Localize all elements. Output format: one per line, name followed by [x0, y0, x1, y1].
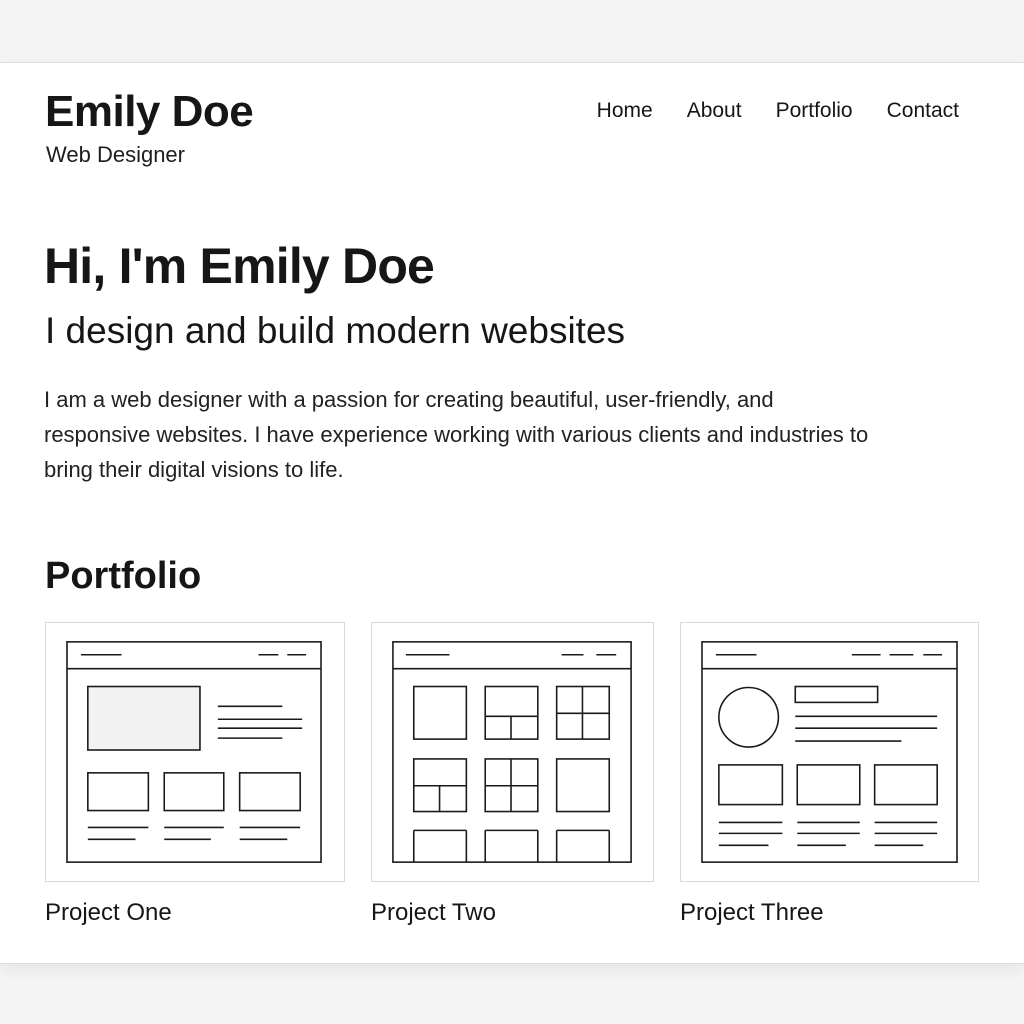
nav-link-home[interactable]: Home [597, 99, 653, 122]
project-two-title[interactable]: Project Two [371, 898, 496, 928]
hero-subtitle: I design and build modern websites [45, 310, 626, 351]
project-three-thumbnail [701, 641, 958, 863]
project-card-three[interactable] [680, 622, 979, 882]
nav-item-contact: Contact [887, 98, 959, 124]
nav-link-about[interactable]: About [687, 99, 742, 122]
project-one-thumbnail [66, 641, 322, 863]
project-three-title[interactable]: Project Three [680, 898, 824, 928]
portfolio-heading: Portfolio [45, 555, 202, 597]
project-card-two[interactable] [371, 622, 654, 882]
hero-title: Hi, I'm Emily Doe [44, 238, 435, 294]
project-two-thumbnail [392, 641, 632, 863]
nav-item-home: Home [597, 98, 653, 124]
hero-description: I am a web designer with a passion for c… [44, 387, 869, 482]
main-nav: Home About Portfolio Contact [597, 98, 959, 124]
nav-item-portfolio: Portfolio [776, 98, 853, 124]
nav-link-contact[interactable]: Contact [887, 99, 959, 122]
project-card-one[interactable] [45, 622, 345, 882]
nav-item-about: About [687, 98, 742, 124]
site-tagline: Web Designer [46, 142, 185, 167]
site-name[interactable]: Emily Doe [45, 88, 254, 136]
nav-link-portfolio[interactable]: Portfolio [776, 99, 853, 122]
project-one-title[interactable]: Project One [45, 898, 172, 928]
